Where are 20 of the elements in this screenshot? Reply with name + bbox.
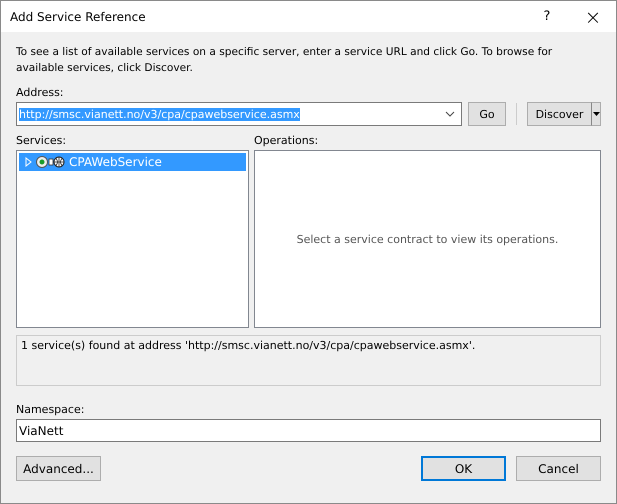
window-title: Add Service Reference xyxy=(9,10,147,24)
namespace-field[interactable]: ViaNett xyxy=(16,419,601,442)
dropdown-button[interactable] xyxy=(591,102,601,126)
namespace-label: Namespace: xyxy=(16,403,86,416)
operations-label: Operations: xyxy=(254,134,320,147)
expand-icon[interactable] xyxy=(25,157,33,167)
instruction-text: To see a list of available services on a specific server, enter a service URL and click Go. To browse for available services, click Discover. xyxy=(16,45,554,76)
discover-button[interactable]: Discover xyxy=(527,102,591,126)
caret-down-icon xyxy=(592,112,600,116)
services-label: Services: xyxy=(16,134,68,147)
go-button[interactable]: Go xyxy=(468,102,506,126)
chevron-down-icon[interactable] xyxy=(445,111,455,117)
ok-button[interactable]: OK xyxy=(421,456,506,481)
status-text: 1 service(s) found at address 'http://smsc.vianett.no/v3/cpa/cpawebservice.asmx'. xyxy=(21,339,476,352)
service-icon xyxy=(36,155,66,169)
address-value: http://smsc.vianett.no/v3/cpa/cpawebservice.asmx xyxy=(19,108,300,120)
address-label: Address: xyxy=(16,86,65,99)
cancel-button[interactable]: Cancel xyxy=(516,456,601,481)
empty-message: Select a service contract to view its operations. xyxy=(296,232,558,246)
advanced-button[interactable]: Advanced... xyxy=(16,456,101,481)
